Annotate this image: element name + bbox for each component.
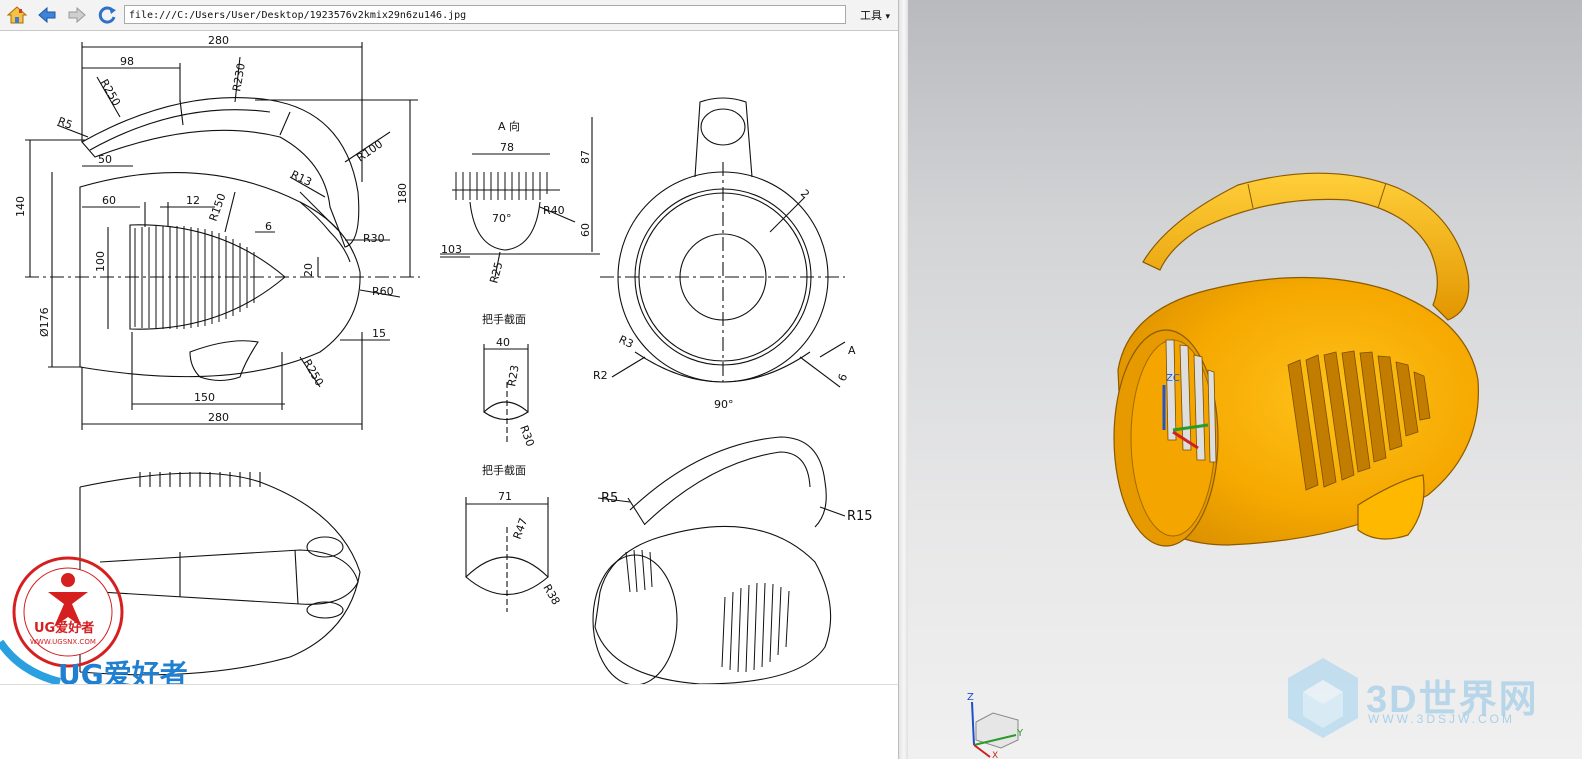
dim-40: 40 — [496, 336, 510, 349]
dim-87: 87 — [579, 150, 592, 164]
dim-280-bottom: 280 — [208, 411, 229, 424]
dim-20: 20 — [302, 263, 315, 277]
triad-x-label: X — [992, 751, 998, 759]
dim-r40: R40 — [543, 204, 565, 217]
engineering-drawing: 280 98 R230 R250 R5 R100 50 60 12 R150 6… — [0, 32, 898, 684]
ug-logo-brand: UG爱好者 — [34, 620, 94, 636]
dim-r25: R25 — [487, 261, 505, 285]
browser-toolbar: file:///C:/Users/User/Desktop/1923576v2k… — [0, 0, 898, 31]
angle-70: 70° — [492, 212, 512, 225]
dim-103: 103 — [441, 243, 462, 256]
image-viewer-pane: file:///C:/Users/User/Desktop/1923576v2k… — [0, 0, 898, 760]
forward-arrow-icon[interactable] — [66, 4, 88, 26]
dim-6: 6 — [265, 220, 272, 233]
dim-78: 78 — [500, 141, 514, 154]
address-bar[interactable]: file:///C:/Users/User/Desktop/1923576v2k… — [124, 5, 846, 24]
dim-71: 71 — [498, 490, 512, 503]
dim-r23: R23 — [505, 364, 522, 388]
chevron-down-icon: ▾ — [885, 12, 891, 22]
dim-98: 98 — [120, 55, 134, 68]
back-arrow-icon[interactable] — [36, 4, 58, 26]
dim-280-top: 280 — [208, 34, 229, 47]
dim-r38: R38 — [540, 582, 562, 607]
dim-r250-bottom: R250 — [300, 357, 326, 388]
dim-6-top: 6 — [836, 372, 851, 383]
dim-r250-top: R250 — [97, 77, 123, 108]
dim-140: 140 — [14, 196, 27, 217]
home-icon[interactable] — [6, 4, 28, 26]
dim-180: 180 — [396, 183, 409, 204]
ug-banner-text: UG爱好者 — [58, 658, 188, 684]
dim-r5: R5 — [56, 115, 74, 132]
dim-phi176: Ø176 — [38, 307, 51, 337]
dim-100: 100 — [94, 251, 107, 272]
triad-y-label: Y — [1016, 728, 1024, 739]
refresh-icon[interactable] — [96, 4, 118, 26]
section-2-title: 把手截面 — [482, 463, 526, 477]
iso-r5: R5 — [601, 491, 618, 506]
dim-r30: R30 — [363, 232, 385, 245]
dim-15: 15 — [372, 327, 386, 340]
dim-60: 60 — [102, 194, 116, 207]
angle-90: 90° — [714, 398, 734, 411]
iso-r15: R15 — [847, 509, 873, 524]
ug-logo: UG爱好者 WWW.UGSNX.COM — [12, 556, 124, 668]
dim-r230: R230 — [230, 62, 248, 92]
dim-r60: R60 — [372, 285, 394, 298]
dim-r2: R2 — [593, 369, 608, 382]
dim-r30-section: R30 — [517, 424, 537, 449]
view-a-title: A 向 — [498, 119, 520, 133]
dim-12: 12 — [186, 194, 200, 207]
section-1-title: 把手截面 — [482, 312, 526, 326]
section-a-label: A — [848, 344, 856, 357]
dim-r47: R47 — [511, 516, 531, 541]
dim-60-a: 60 — [579, 223, 592, 237]
dim-r3: R3 — [617, 333, 636, 351]
tools-menu-label: 工具 — [860, 9, 882, 22]
tools-menu[interactable]: 工具 ▾ — [860, 7, 890, 23]
dim-r13: R13 — [289, 168, 314, 189]
view-triad[interactable]: Z Y X — [967, 692, 1024, 759]
dim-r150: R150 — [207, 192, 229, 223]
watermark-url: WWW.3DSJW.COM — [1368, 712, 1515, 726]
dim-150: 150 — [194, 391, 215, 404]
watermark-cube-icon — [1288, 658, 1358, 738]
ug-logo-url: WWW.UGSNX.COM — [30, 638, 96, 646]
viewer-blank-area — [0, 684, 898, 760]
triad-z-label: Z — [967, 692, 974, 703]
zc-label: ZC — [1166, 373, 1180, 384]
cad-viewport[interactable]: ZC Z Y X 3D世界网 WWW.3DSJW.COM — [908, 0, 1582, 759]
cad-model[interactable]: ZC Z Y X — [908, 0, 1582, 759]
dim-r100: R100 — [354, 137, 385, 164]
dim-2: 2 — [798, 187, 812, 201]
dim-50: 50 — [98, 153, 112, 166]
